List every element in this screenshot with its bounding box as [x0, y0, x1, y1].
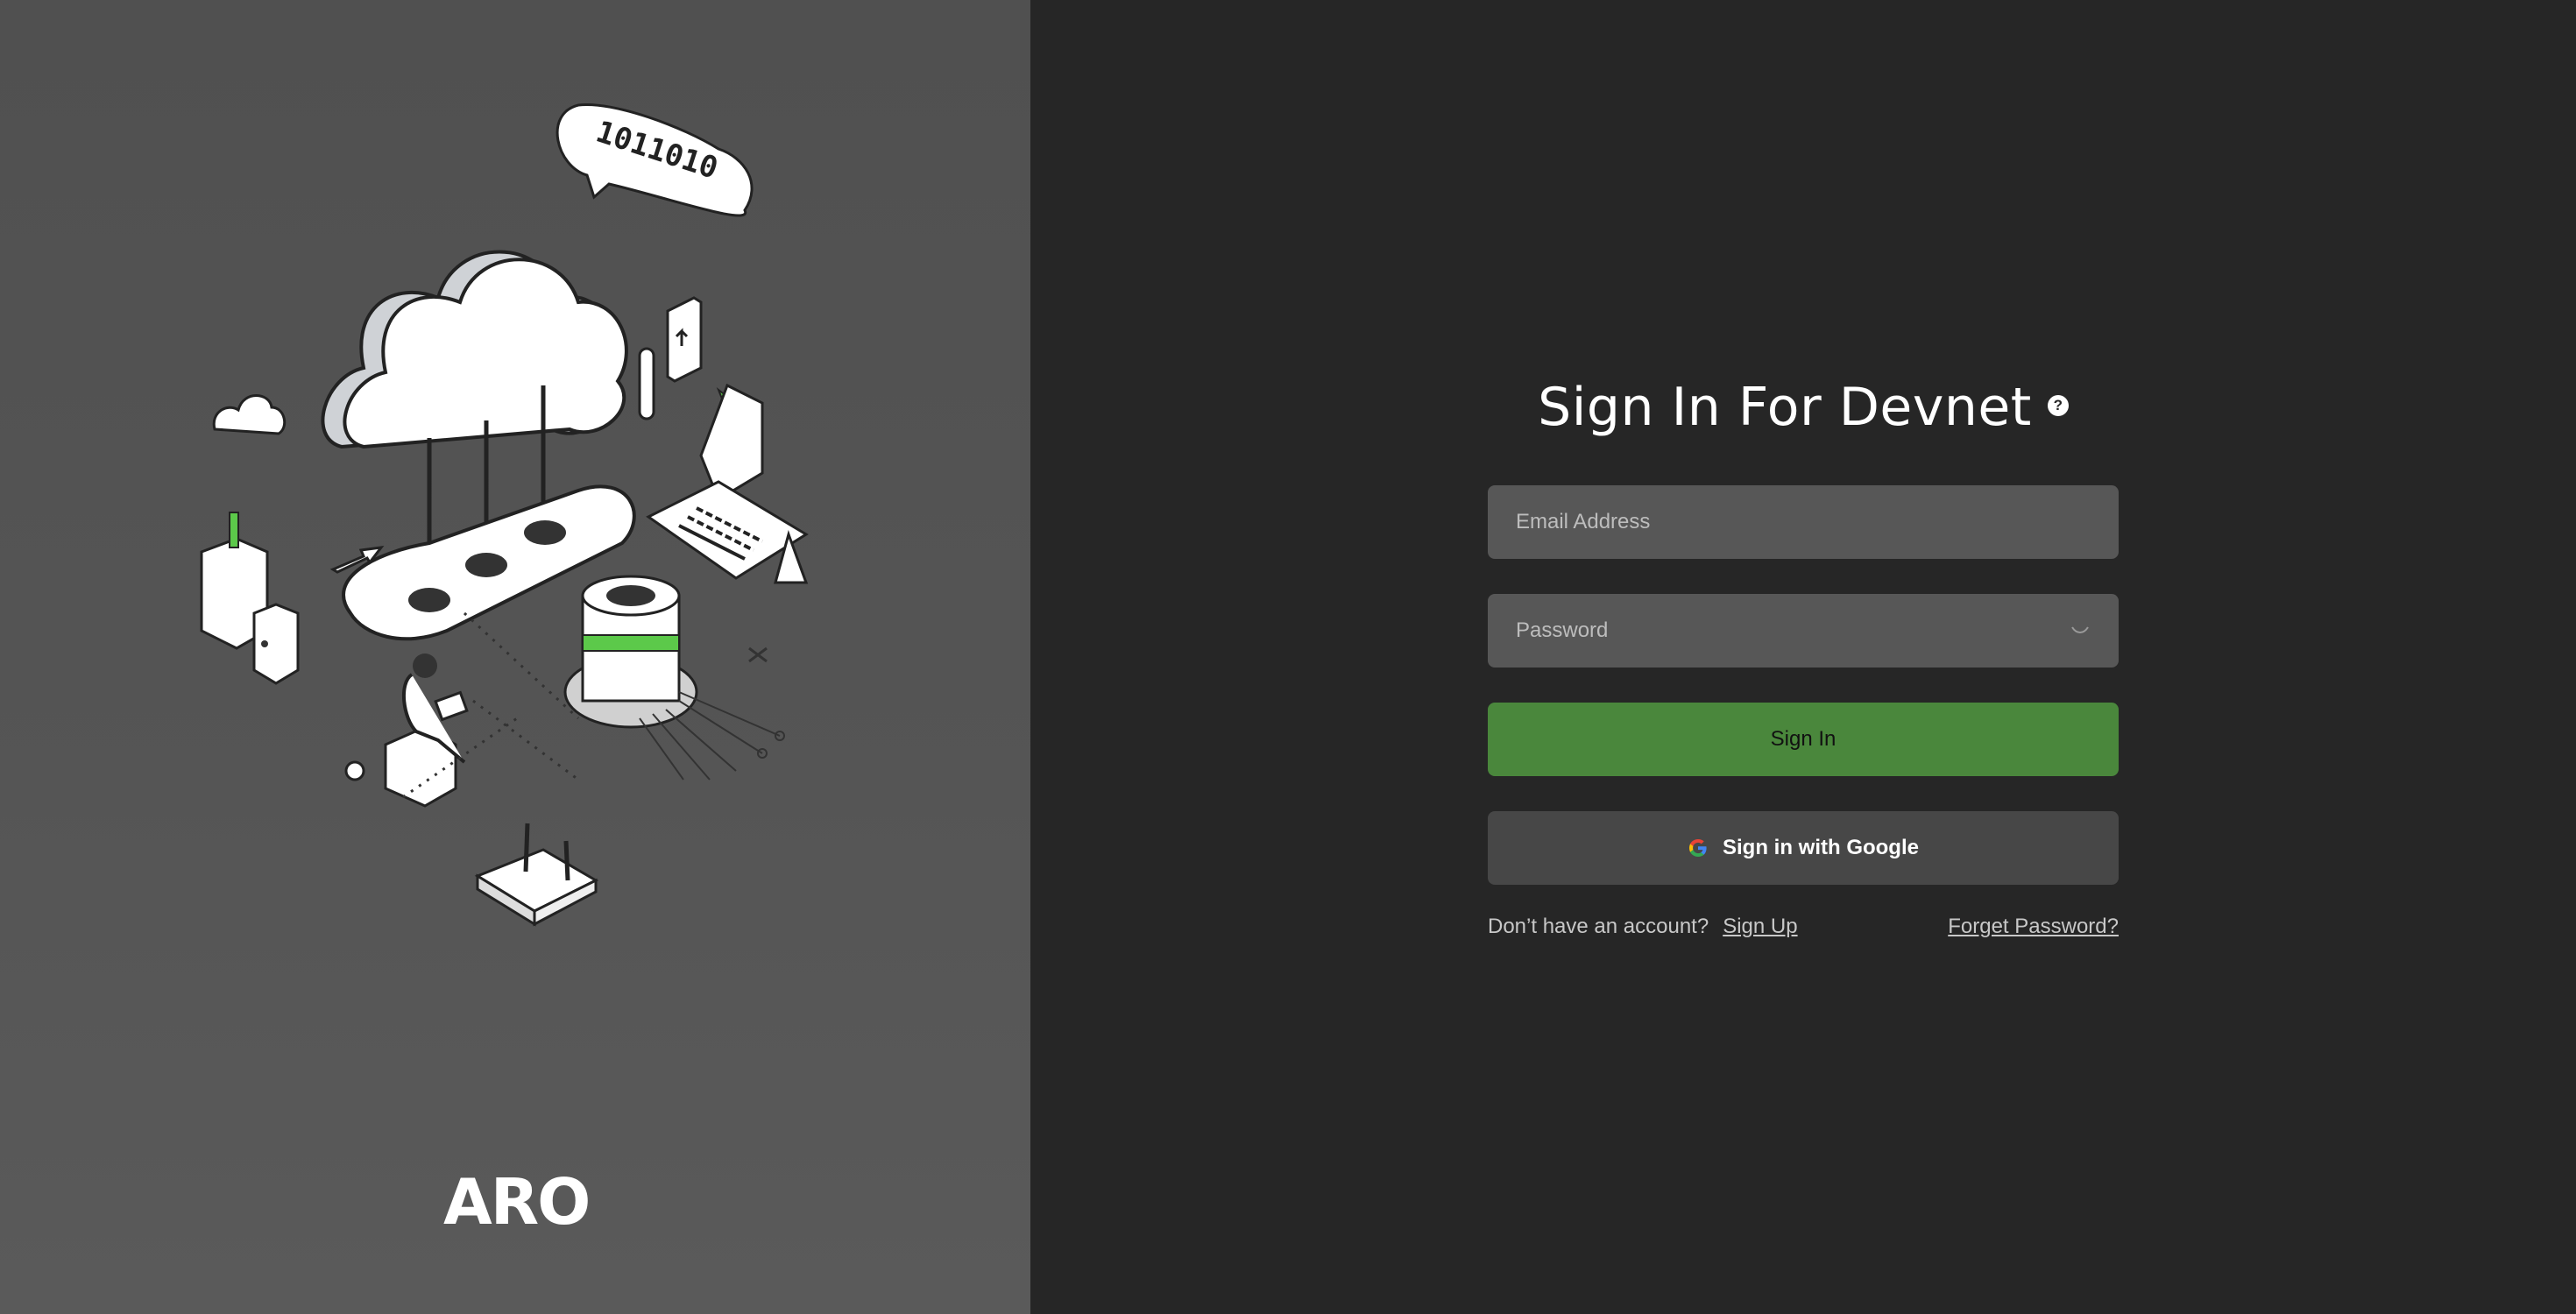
server-tower [200, 512, 300, 685]
password-field[interactable] [1488, 594, 2119, 668]
person-with-laptop [344, 653, 469, 808]
title-row: Sign In For Devnet ? [1488, 368, 2119, 447]
router [474, 823, 599, 927]
big-cloud [321, 250, 628, 449]
sign-in-button[interactable]: Sign In [1488, 703, 2119, 776]
google-icon [1689, 839, 1707, 857]
google-sign-in-button[interactable]: Sign in with Google [1488, 811, 2119, 885]
illustration-panel: 1011010 ARO [0, 0, 1030, 1314]
sign-in-label: Sign In [1770, 727, 1836, 751]
brand-logo: ARO [443, 1165, 591, 1239]
email-field[interactable] [1488, 485, 2119, 559]
page-title: Sign In For Devnet [1538, 377, 2032, 438]
cloud-network-illustration: 1011010 [200, 102, 809, 927]
sign-up-link[interactable]: Sign Up [1723, 915, 1797, 938]
password-field-wrapper [1488, 594, 2119, 668]
laptop [646, 383, 809, 584]
eye-off-icon[interactable] [2068, 618, 2092, 643]
help-icon[interactable]: ? [2047, 395, 2069, 416]
database [563, 575, 785, 781]
binary-speech-bubble: 1011010 [556, 102, 754, 217]
phone [638, 296, 703, 420]
signup-prompt: Don’t have an account? Sign Up [1488, 915, 1798, 939]
no-account-text: Don’t have an account? [1488, 915, 1709, 938]
forgot-password-link[interactable]: Forget Password? [1948, 915, 2119, 939]
google-sign-in-label: Sign in with Google [1723, 836, 1919, 859]
sign-in-form: Sign In For Devnet ? Sign In Sign in wit… [1488, 368, 2119, 939]
footer-row: Don’t have an account? Sign Up Forget Pas… [1488, 915, 2119, 939]
email-field-wrapper [1488, 485, 2119, 559]
